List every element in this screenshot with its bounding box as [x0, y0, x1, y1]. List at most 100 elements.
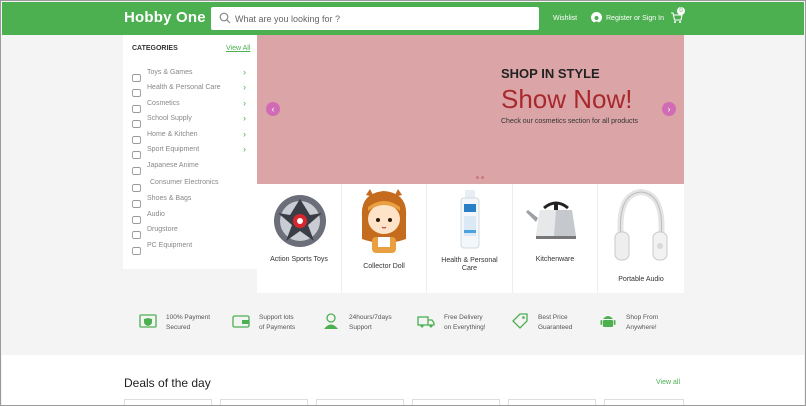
cosmetics-icon — [132, 100, 141, 113]
deals-section — [2, 355, 804, 405]
product-name: Kitchenware — [535, 256, 575, 263]
deal-card[interactable] — [316, 399, 404, 405]
chevron-right-icon: › — [243, 67, 246, 77]
product-name: Health & Personal Care — [427, 257, 512, 273]
banner-headline: Show Now! — [501, 84, 633, 114]
banner-next-button[interactable]: › — [662, 102, 676, 116]
home-icon — [132, 131, 141, 144]
site-header: Hobby One Wishlist Register or Sign In 0 — [2, 2, 804, 35]
user-icon[interactable] — [591, 12, 602, 24]
chevron-right-icon: › — [243, 144, 246, 154]
carousel-dots — [476, 166, 486, 184]
wallet-icon — [232, 315, 250, 328]
chevron-right-icon: › — [243, 113, 246, 123]
product-tile[interactable]: Action Sports Toys — [257, 184, 342, 293]
feature-line-1: Free Delivery — [444, 314, 483, 321]
audio-icon — [132, 211, 141, 224]
product-tile[interactable]: Kitchenware — [513, 184, 598, 293]
monitor-icon — [132, 179, 141, 192]
search-bar[interactable] — [211, 7, 539, 30]
sidebar-category-label: Audio — [147, 211, 165, 218]
truck-icon — [417, 316, 435, 328]
sidebar-category-item[interactable]: Consumer Electronics — [132, 178, 252, 192]
feature-line-2: Support — [349, 324, 372, 331]
deal-card[interactable] — [604, 399, 684, 405]
sidebar-category-label: PC Equipment — [147, 242, 193, 249]
price-tag-icon — [512, 313, 528, 329]
banner-prev-button[interactable]: ‹ — [266, 102, 280, 116]
category-sidebar: CATEGORIES View All Toys & Games › Health … — [123, 35, 257, 269]
product-name: Collector Doll — [363, 263, 405, 270]
product-tile[interactable]: Portable Audio — [598, 184, 684, 293]
drug-icon — [132, 226, 141, 239]
deal-card[interactable] — [412, 399, 500, 405]
sidebar-category-label: Health & Personal Care — [147, 84, 221, 91]
headphones-icon — [614, 188, 668, 261]
sidebar-category-item[interactable]: Home & Kitchen › — [132, 129, 252, 144]
kettle-icon — [526, 201, 576, 239]
sidebar-category-label: Cosmetics — [147, 100, 180, 107]
chevron-right-icon: › — [243, 98, 246, 108]
carousel-dot[interactable] — [476, 176, 479, 179]
sidebar-category-item[interactable]: Toys & Games › — [132, 67, 252, 82]
sidebar-category-item[interactable]: Sport Equipment › — [132, 144, 252, 159]
sidebar-category-item[interactable]: Japanese Anime — [132, 161, 252, 175]
feature-text: Shop From Anywhere! — [626, 313, 658, 333]
banner-kicker: SHOP IN STYLE — [501, 66, 600, 81]
sidebar-category-item[interactable]: Shoes & Bags — [132, 194, 252, 208]
site-logo[interactable]: Hobby One — [124, 9, 206, 26]
bag-icon — [132, 195, 141, 208]
sidebar-category-item[interactable]: School Supply › — [132, 113, 252, 128]
wishlist-link[interactable]: Wishlist — [553, 15, 577, 22]
feature-text: Support lots of Payments — [259, 313, 295, 333]
hero-banner[interactable]: SHOP IN STYLE Show Now! Check our cosmet… — [257, 35, 684, 184]
pc-icon — [132, 242, 141, 255]
chevron-right-icon: › — [243, 129, 246, 139]
support-agent-icon — [324, 313, 338, 329]
deal-card[interactable] — [508, 399, 596, 405]
categories-heading: CATEGORIES — [132, 45, 178, 52]
toy-icon — [132, 69, 141, 82]
sidebar-category-item[interactable]: Drugstore — [132, 225, 252, 239]
feature-line-2: Anywhere! — [626, 324, 657, 331]
sidebar-category-item[interactable]: Cosmetics › — [132, 98, 252, 113]
feature-text: 100% Payment Secured — [166, 313, 210, 333]
deal-card[interactable] — [220, 399, 308, 405]
cart-count-badge: 0 — [677, 7, 685, 15]
feature-text: Best Price Guaranteed — [538, 313, 572, 333]
feature-line-2: Guaranteed — [538, 324, 573, 331]
sidebar-category-label: School Supply — [147, 115, 192, 122]
school-icon — [132, 115, 141, 128]
chevron-right-icon: › — [243, 82, 246, 92]
categories-view-all-link[interactable]: View All — [226, 45, 250, 52]
product-name-text: Health & Personal Care — [441, 257, 498, 272]
feature-line-1: Support lots — [259, 314, 294, 321]
product-name: Portable Audio — [618, 276, 664, 283]
sidebar-category-label: Toys & Games — [147, 69, 193, 76]
register-signin-link[interactable]: Register or Sign In — [606, 15, 664, 22]
feature-line-2: Secured — [166, 324, 191, 331]
sidebar-category-label: Home & Kitchen — [147, 131, 198, 138]
product-tile[interactable]: Collector Doll — [342, 184, 427, 293]
carousel-dot[interactable] — [481, 176, 484, 179]
anime-icon — [132, 162, 141, 175]
product-tile[interactable]: Health & Personal Care — [427, 184, 513, 293]
deals-title: Deals of the day — [124, 376, 211, 390]
deals-view-all-link[interactable]: View all — [656, 379, 680, 386]
deal-card[interactable] — [124, 399, 212, 405]
sidebar-category-label: Drugstore — [147, 226, 178, 233]
bottle-icon — [460, 190, 480, 249]
feature-line-1: Best Price — [538, 314, 568, 321]
android-icon — [600, 316, 616, 327]
shield-check-icon — [139, 314, 157, 328]
sidebar-category-item[interactable]: Health & Personal Care › — [132, 82, 252, 97]
sidebar-category-label: Japanese Anime — [147, 162, 199, 169]
search-icon — [219, 12, 231, 24]
spinning-top-icon — [274, 195, 326, 247]
product-name: Action Sports Toys — [270, 256, 328, 263]
browser-frame: Hobby One Wishlist Register or Sign In 0… — [0, 0, 806, 406]
sidebar-category-item[interactable]: PC Equipment — [132, 241, 252, 255]
sidebar-category-item[interactable]: Audio — [132, 210, 252, 224]
feature-text: 24hours/7days Support — [349, 313, 392, 333]
search-input[interactable] — [235, 7, 535, 30]
